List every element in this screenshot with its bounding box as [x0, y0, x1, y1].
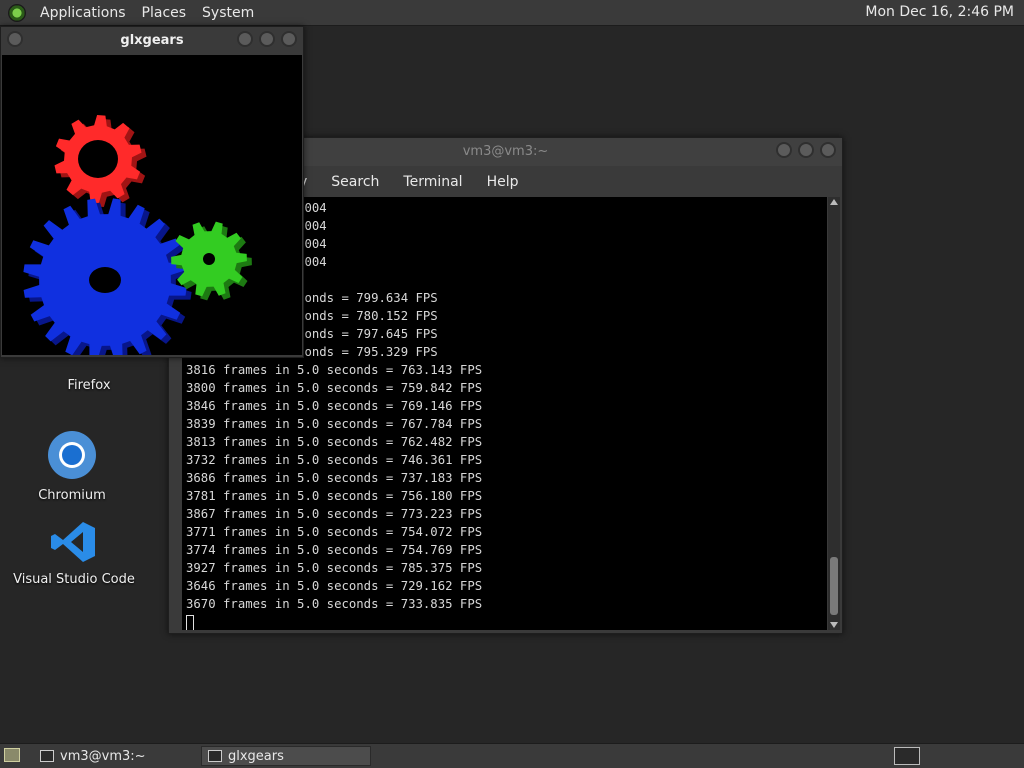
glxgears-canvas[interactable] [2, 55, 302, 366]
menu-terminal[interactable]: Terminal [391, 174, 474, 190]
minimize-button[interactable] [776, 142, 792, 158]
glxgears-title: glxgears [120, 33, 184, 48]
vscode-icon [51, 522, 95, 562]
menu-system[interactable]: System [194, 5, 262, 21]
desktop-icon-chromium[interactable]: Chromium [7, 430, 137, 503]
terminal-line: 3771 frames in 5.0 seconds = 754.072 FPS [186, 525, 483, 539]
terminal-scrollbar[interactable] [828, 197, 840, 630]
terminal-line: 3686 frames in 5.0 seconds = 737.183 FPS [186, 471, 483, 485]
terminal-prompt-line [186, 613, 482, 630]
terminal-line: 3846 frames in 5.0 seconds = 769.146 FPS [186, 399, 483, 413]
terminal-title: vm3@vm3:~ [462, 144, 549, 159]
task-label: glxgears [228, 748, 284, 764]
gear-blue-hole [89, 267, 121, 293]
terminal-line: 3670 frames in 5.0 seconds = 733.835 FPS [186, 597, 483, 611]
terminal-line: 3867 frames in 5.0 seconds = 773.223 FPS [186, 507, 483, 521]
scroll-down-icon[interactable] [830, 622, 838, 628]
task-terminal[interactable]: vm3@vm3:~ [34, 746, 198, 766]
close-button[interactable] [820, 142, 836, 158]
terminal-line: 3927 frames in 5.0 seconds = 785.375 FPS [186, 561, 483, 575]
show-desktop-icon[interactable] [4, 748, 20, 762]
gears-render [23, 115, 252, 366]
menu-search[interactable]: Search [319, 174, 391, 190]
menu-help[interactable]: Help [475, 174, 531, 190]
task-label: vm3@vm3:~ [60, 748, 146, 764]
gear-red-hole [78, 140, 118, 178]
scroll-up-icon[interactable] [830, 199, 838, 205]
terminal-line: 3781 frames in 5.0 seconds = 756.180 FPS [186, 489, 483, 503]
minimize-button[interactable] [237, 31, 253, 47]
maximize-button[interactable] [259, 31, 275, 47]
desktop-icon-vscode[interactable]: Visual Studio Code [9, 520, 139, 587]
red-gear [54, 115, 147, 207]
terminal-cursor [186, 614, 194, 630]
terminal-line: 3816 frames in 5.0 seconds = 763.143 FPS [186, 363, 483, 377]
task-glxgears[interactable]: glxgears [201, 746, 371, 766]
workspace-switcher-icon[interactable] [894, 747, 920, 765]
terminal-line: 3774 frames in 5.0 seconds = 754.769 FPS [186, 543, 483, 557]
window-menu-button[interactable] [7, 31, 23, 47]
blue-gear [23, 198, 192, 366]
menu-logo-icon[interactable] [8, 3, 26, 22]
maximize-button[interactable] [798, 142, 814, 158]
glxgears-titlebar[interactable]: glxgears [1, 27, 303, 55]
top-panel: Applications Places System Mon Dec 16, 2… [0, 0, 1024, 26]
bottom-panel: vm3@vm3:~ glxgears [0, 743, 1024, 768]
window-icon [208, 750, 222, 762]
chromium-icon [48, 431, 96, 479]
terminal-line: 3813 frames in 5.0 seconds = 762.482 FPS [186, 435, 483, 449]
terminal-line: 3646 frames in 5.0 seconds = 729.162 FPS [186, 579, 483, 593]
terminal-line: 3839 frames in 5.0 seconds = 767.784 FPS [186, 417, 483, 431]
desktop-icon-label: Firefox [67, 378, 111, 393]
clock[interactable]: Mon Dec 16, 2:46 PM [865, 4, 1014, 20]
terminal-line: 3732 frames in 5.0 seconds = 746.361 FPS [186, 453, 483, 467]
desktop-icon-label: Chromium [38, 488, 106, 503]
gear-green-hole [203, 253, 215, 265]
glxgears-window[interactable]: glxgears [0, 26, 304, 366]
desktop-icon-label: Visual Studio Code [13, 572, 135, 587]
scrollbar-thumb[interactable] [830, 557, 838, 615]
close-button[interactable] [281, 31, 297, 47]
terminal-icon [40, 750, 54, 762]
menu-places[interactable]: Places [134, 5, 195, 21]
menu-applications[interactable]: Applications [32, 5, 134, 21]
terminal-line: 3800 frames in 5.0 seconds = 759.842 FPS [186, 381, 483, 395]
